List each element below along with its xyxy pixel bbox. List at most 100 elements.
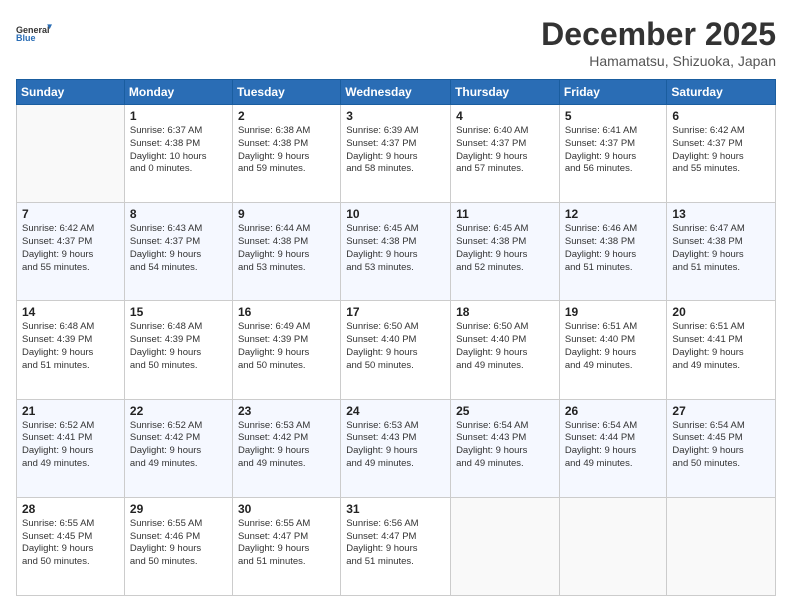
day-detail: Sunrise: 6:39 AM Sunset: 4:37 PM Dayligh… xyxy=(346,125,445,176)
day-number: 10 xyxy=(346,207,445,221)
day-detail: Sunrise: 6:53 AM Sunset: 4:43 PM Dayligh… xyxy=(346,420,445,471)
day-detail: Sunrise: 6:55 AM Sunset: 4:45 PM Dayligh… xyxy=(22,518,119,569)
day-cell: 12Sunrise: 6:46 AM Sunset: 4:38 PM Dayli… xyxy=(559,203,667,301)
day-number: 27 xyxy=(672,404,770,418)
day-number: 19 xyxy=(565,305,662,319)
header-row: SundayMondayTuesdayWednesdayThursdayFrid… xyxy=(17,80,776,105)
day-detail: Sunrise: 6:54 AM Sunset: 4:43 PM Dayligh… xyxy=(456,420,554,471)
day-cell: 6 Sunrise: 6:42 AM Sunset: 4:37 PM Daylig… xyxy=(667,105,776,203)
day-detail: Sunrise: 6:48 AM Sunset: 4:39 PM Dayligh… xyxy=(22,321,119,372)
calendar-table: SundayMondayTuesdayWednesdayThursdayFrid… xyxy=(16,79,776,596)
logo-svg: General Blue xyxy=(16,16,52,52)
day-number: 18 xyxy=(456,305,554,319)
day-cell: 10 Sunrise: 6:45 AM Sunset: 4:38 PM Dayli… xyxy=(341,203,451,301)
day-detail: Sunrise: 6:50 AM Sunset: 4:40 PM Dayligh… xyxy=(346,321,445,372)
day-detail: Sunrise: 6:56 AM Sunset: 4:47 PM Dayligh… xyxy=(346,518,445,569)
day-number: 8 xyxy=(130,207,227,221)
day-cell: 31Sunrise: 6:56 AM Sunset: 4:47 PM Dayli… xyxy=(341,497,451,595)
month-title: December 2025 xyxy=(541,16,776,53)
day-number: 26 xyxy=(565,404,662,418)
day-cell: 7 Sunrise: 6:42 AM Sunset: 4:37 PM Daylig… xyxy=(17,203,125,301)
day-number: 7 xyxy=(22,207,119,221)
week-row: 1Sunrise: 6:37 AM Sunset: 4:38 PM Daylig… xyxy=(17,105,776,203)
day-detail: Sunrise: 6:48 AM Sunset: 4:39 PM Dayligh… xyxy=(130,321,227,372)
day-detail: Sunrise: 6:55 AM Sunset: 4:46 PM Dayligh… xyxy=(130,518,227,569)
day-detail: Sunrise: 6:38 AM Sunset: 4:38 PM Dayligh… xyxy=(238,125,335,176)
week-row: 14Sunrise: 6:48 AM Sunset: 4:39 PM Dayli… xyxy=(17,301,776,399)
page: General Blue December 2025 Hamamatsu, Sh… xyxy=(0,0,792,612)
day-number: 30 xyxy=(238,502,335,516)
day-number: 29 xyxy=(130,502,227,516)
day-cell: 25 Sunrise: 6:54 AM Sunset: 4:43 PM Dayli… xyxy=(451,399,560,497)
day-cell: 26 Sunrise: 6:54 AM Sunset: 4:44 PM Dayli… xyxy=(559,399,667,497)
day-cell xyxy=(667,497,776,595)
day-number: 21 xyxy=(22,404,119,418)
header-day: Friday xyxy=(559,80,667,105)
day-detail: Sunrise: 6:49 AM Sunset: 4:39 PM Dayligh… xyxy=(238,321,335,372)
day-cell: 17 Sunrise: 6:50 AM Sunset: 4:40 PM Dayli… xyxy=(341,301,451,399)
day-cell: 11Sunrise: 6:45 AM Sunset: 4:38 PM Dayli… xyxy=(451,203,560,301)
day-cell: 30Sunrise: 6:55 AM Sunset: 4:47 PM Dayli… xyxy=(232,497,340,595)
day-detail: Sunrise: 6:45 AM Sunset: 4:38 PM Dayligh… xyxy=(346,223,445,274)
day-number: 6 xyxy=(672,109,770,123)
day-cell: 8Sunrise: 6:43 AM Sunset: 4:37 PM Daylig… xyxy=(124,203,232,301)
week-row: 7 Sunrise: 6:42 AM Sunset: 4:37 PM Daylig… xyxy=(17,203,776,301)
day-detail: Sunrise: 6:50 AM Sunset: 4:40 PM Dayligh… xyxy=(456,321,554,372)
day-detail: Sunrise: 6:40 AM Sunset: 4:37 PM Dayligh… xyxy=(456,125,554,176)
day-detail: Sunrise: 6:47 AM Sunset: 4:38 PM Dayligh… xyxy=(672,223,770,274)
header-day: Saturday xyxy=(667,80,776,105)
day-cell: 5Sunrise: 6:41 AM Sunset: 4:37 PM Daylig… xyxy=(559,105,667,203)
day-number: 2 xyxy=(238,109,335,123)
day-detail: Sunrise: 6:54 AM Sunset: 4:45 PM Dayligh… xyxy=(672,420,770,471)
logo: General Blue xyxy=(16,16,52,52)
day-cell: 18 Sunrise: 6:50 AM Sunset: 4:40 PM Dayli… xyxy=(451,301,560,399)
day-cell: 13 Sunrise: 6:47 AM Sunset: 4:38 PM Dayli… xyxy=(667,203,776,301)
day-number: 11 xyxy=(456,207,554,221)
day-cell: 27 Sunrise: 6:54 AM Sunset: 4:45 PM Dayli… xyxy=(667,399,776,497)
week-row: 21 Sunrise: 6:52 AM Sunset: 4:41 PM Dayli… xyxy=(17,399,776,497)
day-detail: Sunrise: 6:44 AM Sunset: 4:38 PM Dayligh… xyxy=(238,223,335,274)
day-detail: Sunrise: 6:41 AM Sunset: 4:37 PM Dayligh… xyxy=(565,125,662,176)
header-day: Sunday xyxy=(17,80,125,105)
svg-text:Blue: Blue xyxy=(16,33,36,43)
day-number: 17 xyxy=(346,305,445,319)
day-number: 3 xyxy=(346,109,445,123)
day-number: 25 xyxy=(456,404,554,418)
day-cell: 19Sunrise: 6:51 AM Sunset: 4:40 PM Dayli… xyxy=(559,301,667,399)
header-day: Tuesday xyxy=(232,80,340,105)
day-detail: Sunrise: 6:42 AM Sunset: 4:37 PM Dayligh… xyxy=(22,223,119,274)
day-cell: 22Sunrise: 6:52 AM Sunset: 4:42 PM Dayli… xyxy=(124,399,232,497)
day-cell: 3 Sunrise: 6:39 AM Sunset: 4:37 PM Daylig… xyxy=(341,105,451,203)
day-detail: Sunrise: 6:42 AM Sunset: 4:37 PM Dayligh… xyxy=(672,125,770,176)
day-number: 16 xyxy=(238,305,335,319)
day-cell xyxy=(559,497,667,595)
title-block: December 2025 Hamamatsu, Shizuoka, Japan xyxy=(541,16,776,69)
day-cell: 4 Sunrise: 6:40 AM Sunset: 4:37 PM Daylig… xyxy=(451,105,560,203)
day-number: 1 xyxy=(130,109,227,123)
day-detail: Sunrise: 6:52 AM Sunset: 4:42 PM Dayligh… xyxy=(130,420,227,471)
day-detail: Sunrise: 6:52 AM Sunset: 4:41 PM Dayligh… xyxy=(22,420,119,471)
day-detail: Sunrise: 6:54 AM Sunset: 4:44 PM Dayligh… xyxy=(565,420,662,471)
day-number: 4 xyxy=(456,109,554,123)
day-cell: 21 Sunrise: 6:52 AM Sunset: 4:41 PM Dayli… xyxy=(17,399,125,497)
day-number: 20 xyxy=(672,305,770,319)
day-cell: 16 Sunrise: 6:49 AM Sunset: 4:39 PM Dayli… xyxy=(232,301,340,399)
day-cell: 15 Sunrise: 6:48 AM Sunset: 4:39 PM Dayli… xyxy=(124,301,232,399)
day-number: 13 xyxy=(672,207,770,221)
day-detail: Sunrise: 6:51 AM Sunset: 4:41 PM Dayligh… xyxy=(672,321,770,372)
day-number: 24 xyxy=(346,404,445,418)
header-day: Thursday xyxy=(451,80,560,105)
day-cell xyxy=(17,105,125,203)
day-cell: 24 Sunrise: 6:53 AM Sunset: 4:43 PM Dayli… xyxy=(341,399,451,497)
day-number: 9 xyxy=(238,207,335,221)
day-cell: 14Sunrise: 6:48 AM Sunset: 4:39 PM Dayli… xyxy=(17,301,125,399)
day-cell: 23Sunrise: 6:53 AM Sunset: 4:42 PM Dayli… xyxy=(232,399,340,497)
day-number: 28 xyxy=(22,502,119,516)
day-number: 15 xyxy=(130,305,227,319)
day-cell: 1Sunrise: 6:37 AM Sunset: 4:38 PM Daylig… xyxy=(124,105,232,203)
day-cell: 9 Sunrise: 6:44 AM Sunset: 4:38 PM Daylig… xyxy=(232,203,340,301)
header-day: Wednesday xyxy=(341,80,451,105)
day-number: 23 xyxy=(238,404,335,418)
day-cell: 28 Sunrise: 6:55 AM Sunset: 4:45 PM Dayli… xyxy=(17,497,125,595)
day-cell xyxy=(451,497,560,595)
